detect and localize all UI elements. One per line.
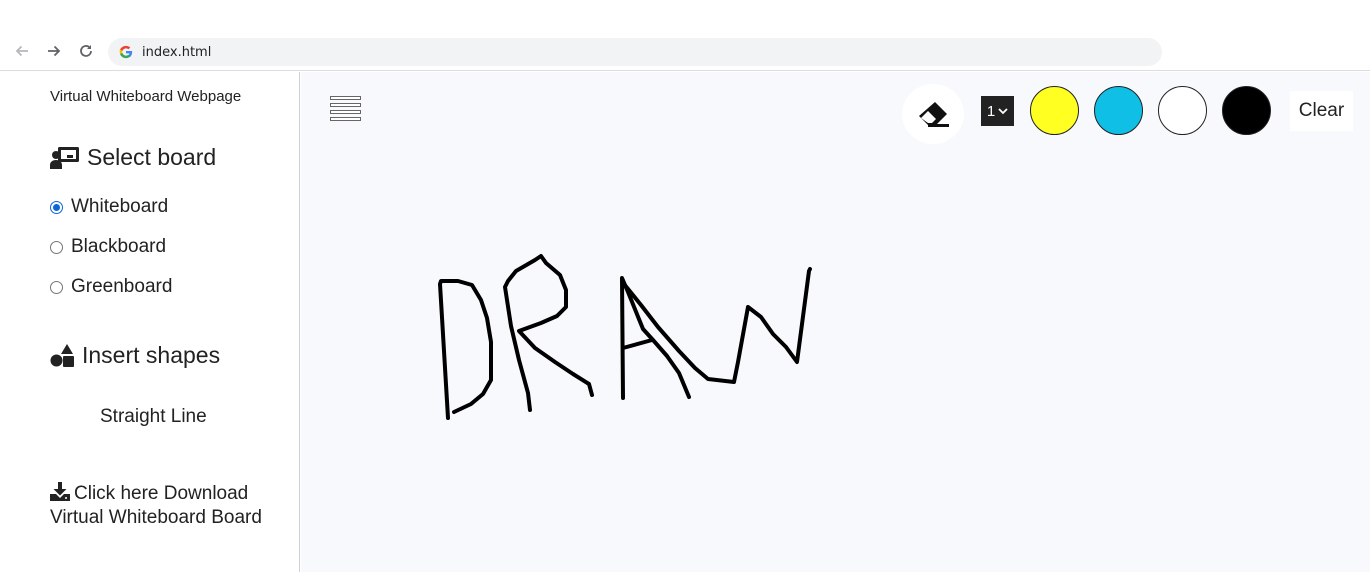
color-swatch-black[interactable] [1222,86,1271,135]
back-arrow-icon[interactable] [11,40,33,62]
color-swatch-yellow[interactable] [1030,86,1079,135]
address-bar[interactable]: index.html [108,38,1162,66]
whiteboard-label: Whiteboard [71,196,169,217]
greenboard-label: Greenboard [71,276,173,297]
blackboard-radio[interactable] [50,240,63,254]
board-option-blackboard[interactable]: Blackboard [50,236,166,258]
select-board-heading: Select board [50,144,216,171]
brush-size-value: 1 [986,102,996,120]
google-icon [119,45,133,59]
chevron-down-icon [998,108,1008,115]
hamburger-menu-icon[interactable] [330,96,361,122]
color-swatch-white[interactable] [1158,86,1207,135]
download-icon [50,482,70,501]
drawing-canvas[interactable] [301,72,1370,572]
drawn-strokes [438,254,812,420]
insert-shapes-label: Insert shapes [82,342,221,368]
sidebar: Virtual Whiteboard Webpage Select board … [0,72,300,572]
insert-shapes-heading: Insert shapes [50,342,220,369]
stroke-w [622,267,812,384]
download-link[interactable]: Click here Download Virtual Whiteboard B… [50,482,290,530]
eraser-button[interactable] [902,84,964,144]
stroke-r [503,254,594,412]
clear-button[interactable]: Clear [1290,91,1353,131]
forward-arrow-icon[interactable] [43,40,65,62]
shapes-icon [50,343,74,367]
presentation-user-icon [50,146,79,169]
stroke-d [438,279,493,420]
straight-line-button[interactable]: Straight Line [100,406,207,428]
download-label: Click here Download Virtual Whiteboard B… [50,483,262,528]
whiteboard-radio[interactable] [50,200,63,214]
url-text: index.html [142,44,212,60]
reload-icon[interactable] [75,40,97,62]
drawing-board[interactable]: 1 Clear [301,72,1370,572]
browser-toolbar: index.html [0,0,1370,71]
brush-size-select[interactable]: 1 [981,96,1014,126]
board-option-greenboard[interactable]: Greenboard [50,276,172,298]
blackboard-label: Blackboard [71,236,167,257]
app-title: Virtual Whiteboard Webpage [50,88,242,105]
color-swatch-cyan[interactable] [1094,86,1143,135]
eraser-icon [919,102,949,127]
select-board-label: Select board [87,144,217,170]
greenboard-radio[interactable] [50,280,63,294]
board-option-whiteboard[interactable]: Whiteboard [50,196,168,218]
